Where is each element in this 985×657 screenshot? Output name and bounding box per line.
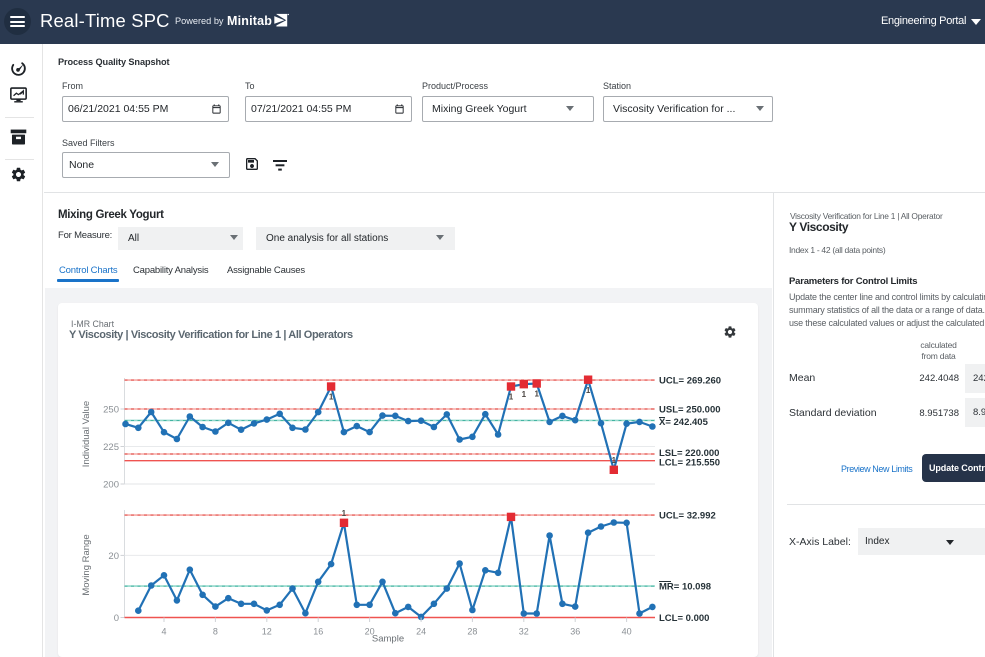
svg-text:1: 1	[586, 386, 591, 395]
svg-text:1: 1	[509, 393, 514, 402]
svg-text:UCL= 32.992: UCL= 32.992	[659, 511, 716, 522]
svg-text:28: 28	[467, 627, 477, 637]
svg-text:0: 0	[114, 613, 119, 624]
svg-text:MR= 10.098: MR= 10.098	[659, 582, 711, 593]
svg-text:4: 4	[161, 627, 166, 637]
svg-text:1: 1	[534, 390, 539, 399]
svg-text:UCL= 269.260: UCL= 269.260	[659, 376, 721, 387]
svg-text:40: 40	[622, 627, 632, 637]
svg-text:20: 20	[108, 551, 119, 562]
svg-text:1: 1	[522, 390, 527, 399]
svg-text:16: 16	[313, 627, 323, 637]
svg-text:225: 225	[103, 442, 119, 453]
svg-text:24: 24	[416, 627, 426, 637]
svg-text:LCL= 215.550: LCL= 215.550	[659, 458, 720, 469]
svg-text:1: 1	[612, 456, 617, 465]
svg-text:32: 32	[519, 627, 529, 637]
svg-text:200: 200	[103, 480, 119, 491]
svg-text:Individual Value: Individual Value	[81, 401, 92, 467]
svg-text:36: 36	[570, 627, 580, 637]
svg-text:X= 242.405: X= 242.405	[659, 417, 709, 428]
svg-text:Moving Range: Moving Range	[81, 534, 92, 595]
svg-text:250: 250	[103, 405, 119, 416]
svg-text:1: 1	[342, 509, 347, 518]
svg-text:Sample: Sample	[372, 634, 404, 645]
svg-text:USL= 250.000: USL= 250.000	[659, 405, 721, 416]
svg-text:8: 8	[213, 627, 218, 637]
svg-text:12: 12	[262, 627, 272, 637]
svg-text:1: 1	[329, 393, 334, 402]
svg-text:LCL= 0.000: LCL= 0.000	[659, 613, 709, 624]
